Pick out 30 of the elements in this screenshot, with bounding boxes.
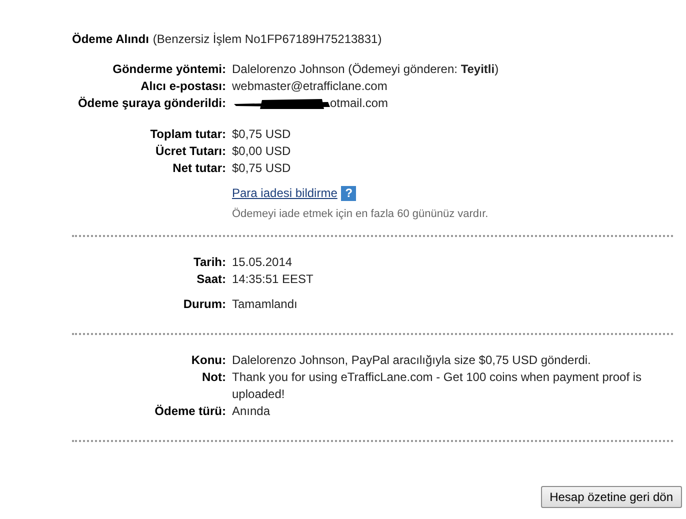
refund-link[interactable]: Para iadesi bildirme — [232, 185, 338, 202]
help-icon[interactable]: ? — [341, 186, 356, 201]
field-label: Saat: — [196, 271, 226, 288]
field-label: Toplam tutar: — [149, 126, 226, 143]
field-label: Konu: — [190, 352, 226, 369]
field-label: Alıcı e-postası: — [140, 78, 226, 95]
field-value: otmail.com — [330, 95, 388, 112]
field-value: 14:35:51 EEST — [232, 271, 314, 288]
field-label: Ücret Tutarı: — [154, 143, 226, 160]
field-value: Thank you for using eTrafficLane.com - Get 100 coins when payment proof is uploaded! — [232, 369, 643, 403]
field-value: Tamamlandı — [232, 296, 298, 313]
field-value: webmaster@etrafficlane.com — [232, 78, 388, 95]
field-value: $0,75 USD — [232, 126, 292, 143]
field-label: Ödeme türü: — [154, 403, 226, 420]
page-title: Ödeme Alındı — [72, 32, 149, 46]
transaction-id: (Benzersiz İşlem No1FP67189H75213831) — [152, 32, 382, 46]
refund-note: Ödemeyi iade etmek için en fazla 60 gününüz vardır. — [232, 206, 490, 222]
field-label: Durum: — [182, 296, 226, 313]
field-value: Dalelorenzo Johnson (Ödemeyi gönderen: Teyitli) — [232, 61, 500, 78]
field-label: Not: — [201, 369, 226, 386]
field-label: Tarih: — [192, 254, 226, 271]
field-value: $0,00 USD — [232, 143, 292, 160]
field-label: Ödeme şuraya gönderildi: — [76, 95, 226, 112]
field-label: Net tutar: — [172, 160, 226, 177]
field-value: $0,75 USD — [232, 160, 292, 177]
field-label: Gönderme yöntemi: — [112, 61, 226, 78]
field-value: 15.05.2014 — [232, 254, 294, 271]
field-value: Dalelorenzo Johnson, PayPal aracılığıyla size $0,75 USD gönderdi. — [232, 352, 592, 369]
back-button[interactable]: Hesap özetine geri dön — [540, 486, 682, 508]
field-value: Anında — [232, 403, 272, 420]
